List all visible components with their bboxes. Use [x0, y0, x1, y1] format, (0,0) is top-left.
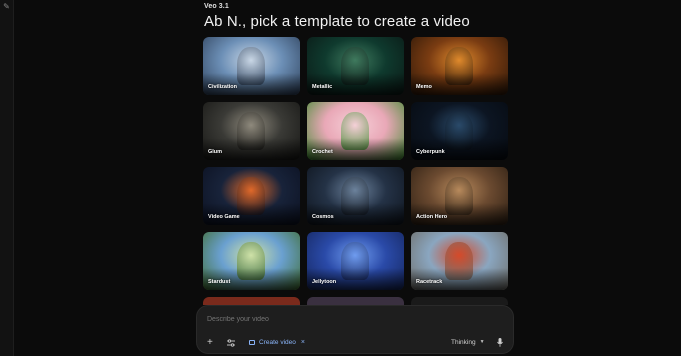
template-label: Stardust [208, 279, 231, 285]
prompt-input[interactable] [207, 316, 497, 323]
template-tile-partial[interactable] [307, 297, 404, 305]
template-label: Cyberpunk [416, 149, 445, 155]
template-label: Video Game [208, 214, 240, 220]
template-tile-cyberpunk[interactable]: Cyberpunk [411, 102, 508, 160]
edit-icon[interactable]: ✎ [2, 2, 11, 11]
template-tile-racetrack[interactable]: Racetrack [411, 232, 508, 290]
template-tile-video-game[interactable]: Video Game [203, 167, 300, 225]
template-label: Action Hero [416, 214, 448, 220]
template-tile-cosmos[interactable]: Cosmos [307, 167, 404, 225]
template-label: Crochet [312, 149, 333, 155]
template-grid: Civilization Metallic Memo Glum Crochet Cyber… [203, 37, 509, 305]
header: Veo 3.1 Ab N., pick a template to create… [204, 3, 524, 30]
add-button[interactable]: + [207, 337, 213, 348]
template-label: Metallic [312, 84, 333, 90]
template-label: Cosmos [312, 214, 334, 220]
template-tile-crochet[interactable]: Crochet [307, 102, 404, 160]
tune-button[interactable] [227, 337, 237, 348]
tune-icon [227, 338, 235, 347]
plus-icon: + [207, 337, 213, 348]
template-label: Jellytoon [312, 279, 337, 285]
template-tile-memo[interactable]: Memo [411, 37, 508, 95]
video-icon [249, 340, 255, 345]
template-label: Civilization [208, 84, 238, 90]
page-title: Ab N., pick a template to create a video [204, 13, 470, 30]
mic-button[interactable] [497, 337, 505, 348]
mic-icon [497, 338, 503, 347]
template-tile-action-hero[interactable]: Action Hero [411, 167, 508, 225]
template-tile-glum[interactable]: Glum [203, 102, 300, 160]
model-name: Veo 3.1 [204, 3, 229, 10]
template-tile-partial[interactable] [203, 297, 300, 305]
template-tile-stardust[interactable]: Stardust [203, 232, 300, 290]
create-video-chip[interactable]: Create video × [246, 337, 308, 348]
close-icon[interactable]: × [301, 337, 305, 348]
left-rail: ✎ [0, 0, 14, 356]
template-label: Memo [416, 84, 432, 90]
chevron-down-icon: ▼ [479, 339, 485, 345]
template-tile-civilization[interactable]: Civilization [203, 37, 300, 95]
template-tile-jellytoon[interactable]: Jellytoon [307, 232, 404, 290]
template-label: Glum [208, 149, 223, 155]
mode-label: Thinking [451, 339, 476, 346]
prompt-composer: + Create video × Thinking ▼ [196, 305, 514, 354]
mode-selector[interactable]: Thinking ▼ [451, 337, 485, 348]
template-tile-partial[interactable] [411, 297, 508, 305]
chip-label: Create video [259, 339, 296, 346]
template-tile-metallic[interactable]: Metallic [307, 37, 404, 95]
template-label: Racetrack [416, 279, 443, 285]
